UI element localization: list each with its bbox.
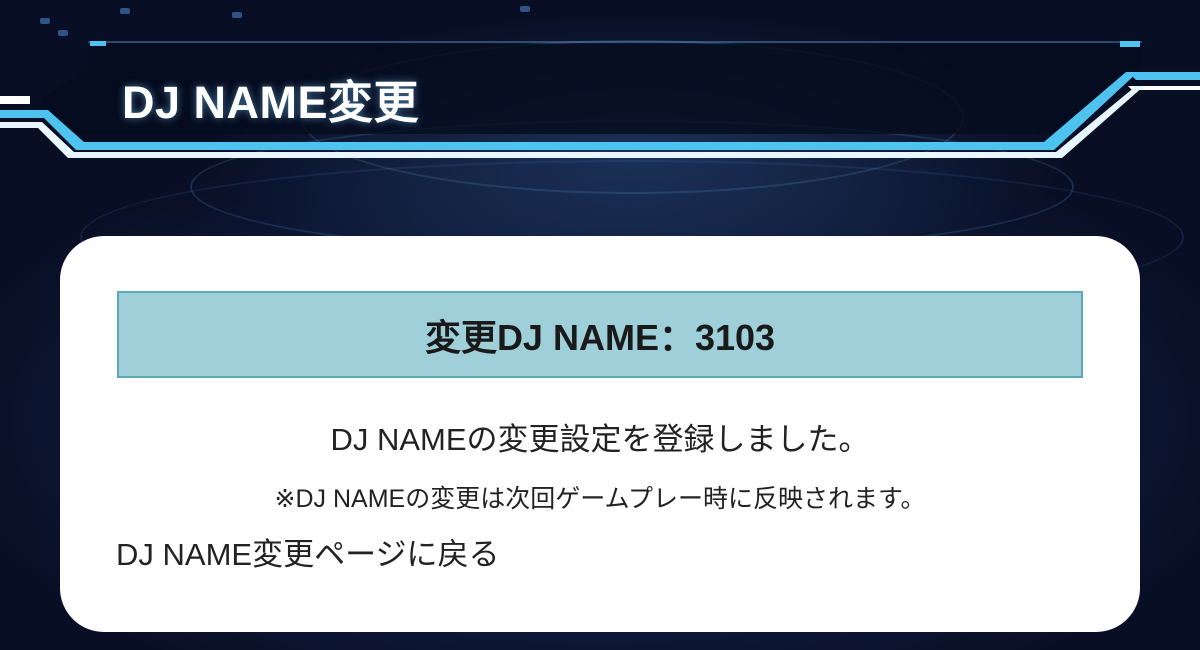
page-title: DJ NAME変更 <box>122 77 420 128</box>
result-card: 変更DJ NAME：3103 DJ NAMEの変更設定を登録しました。 ※DJ … <box>60 236 1140 632</box>
page-background: DJ NAME変更 変更DJ NAME：3103 DJ NAMEの変更設定を登録… <box>0 0 1200 650</box>
back-to-name-change-link[interactable]: DJ NAME変更ページに戻る <box>116 529 499 574</box>
header-accent-tick <box>90 41 106 46</box>
header-right-accent <box>1128 72 1200 80</box>
note-message: ※DJ NAMEの変更は次回ゲームプレー時に反映されます。 <box>274 485 926 513</box>
new-name-box: 変更DJ NAME：3103 <box>117 291 1083 378</box>
header-left-accent <box>0 96 30 104</box>
success-message: DJ NAMEの変更設定を登録しました。 <box>330 422 870 457</box>
new-name-label: 変更DJ NAME：3103 <box>424 316 776 358</box>
header-accent-tick <box>1120 41 1140 47</box>
